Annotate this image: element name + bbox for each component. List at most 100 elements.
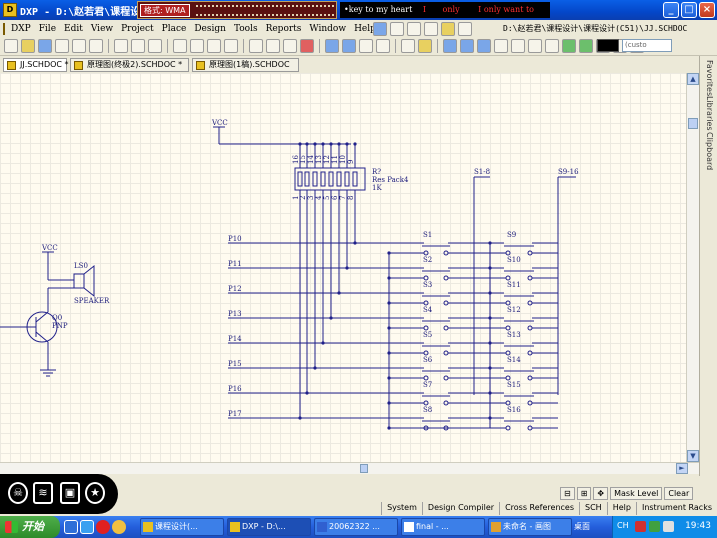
minimize-button[interactable]: _ — [663, 2, 679, 18]
move-icon[interactable] — [266, 39, 280, 53]
port-tool-icon[interactable] — [424, 21, 438, 36]
undo-icon[interactable] — [325, 39, 339, 53]
tab-final2-schdoc[interactable]: 原理图(终极2).SCHDOC * — [70, 58, 189, 72]
help-tool-icon[interactable] — [458, 21, 472, 36]
schematic-drawing[interactable]: VCC16115214313412511610798R?Res Pack41KS… — [0, 73, 686, 462]
task-dxp[interactable]: DXP - D:\... — [227, 518, 311, 536]
star-icon[interactable]: ★ — [85, 482, 105, 504]
qq-icon[interactable] — [112, 520, 126, 534]
design-compiler-panel-button[interactable]: Design Compiler — [421, 501, 499, 515]
cross-references-panel-button[interactable]: Cross References — [499, 501, 579, 515]
menu-view[interactable]: View — [87, 24, 117, 34]
tab-jj-schdoc[interactable]: JJ.SCHDOC * — [3, 58, 69, 72]
place-sheet-entry-icon[interactable] — [579, 39, 593, 53]
menu-project[interactable]: Project — [117, 24, 158, 34]
open-icon[interactable] — [21, 39, 35, 53]
zoom-area-icon[interactable] — [131, 39, 145, 53]
place-wire-icon[interactable] — [443, 39, 457, 53]
paste-icon[interactable] — [207, 39, 221, 53]
document-path[interactable]: D:\赵若君\课程设计\课程设计(C51)\JJ.SCHDOC — [503, 23, 693, 34]
dxp-app-icon[interactable]: D — [3, 3, 17, 17]
menu-design[interactable]: Design — [190, 24, 230, 34]
hierarchy-up-icon[interactable] — [359, 39, 373, 53]
place-bus-icon[interactable] — [460, 39, 474, 53]
desktop-toolbar-label[interactable]: 桌面 — [574, 521, 590, 532]
dxp-menu-icon[interactable] — [3, 22, 5, 35]
print-icon[interactable] — [55, 39, 69, 53]
place-part-icon[interactable] — [545, 39, 559, 53]
ie-quicklaunch-icon[interactable] — [80, 520, 94, 534]
tray-app-icon[interactable] — [635, 521, 646, 532]
system-panel-button[interactable]: System — [381, 501, 422, 515]
language-indicator[interactable]: CH — [617, 521, 629, 530]
horizontal-scroll-thumb[interactable] — [360, 464, 368, 473]
place-sheet-icon[interactable] — [562, 39, 576, 53]
copy-icon[interactable] — [190, 39, 204, 53]
save-icon[interactable] — [38, 39, 52, 53]
menu-window[interactable]: Window — [305, 24, 350, 34]
menu-reports[interactable]: Reports — [262, 24, 306, 34]
help-panel-button[interactable]: Help — [606, 501, 636, 515]
sch-panel-button[interactable]: SCH — [579, 501, 607, 515]
place-ground-icon[interactable] — [511, 39, 525, 53]
cross-probe-icon[interactable] — [376, 39, 390, 53]
task-final[interactable]: final - ... — [401, 518, 485, 536]
place-vcc-icon[interactable] — [528, 39, 542, 53]
component-tool-icon[interactable] — [441, 21, 455, 36]
tray-volume-icon[interactable] — [663, 521, 674, 532]
task-paint[interactable]: 未命名 - 画图 — [488, 518, 572, 536]
scroll-up-arrow-icon[interactable]: ▲ — [687, 73, 699, 85]
tab-draft1-schdoc[interactable]: 原理图(1稿).SCHDOC — [192, 58, 299, 72]
clear-button[interactable]: Clear — [664, 486, 694, 500]
rubber-stamp-icon[interactable] — [224, 39, 238, 53]
help-advisor-icon[interactable] — [418, 39, 432, 53]
print-preview-icon[interactable] — [72, 39, 86, 53]
start-button[interactable]: 开始 — [0, 516, 60, 538]
music-player-strip[interactable]: 格式: WMA — [137, 1, 337, 19]
place-net-label-icon[interactable] — [494, 39, 508, 53]
menu-place[interactable]: Place — [158, 24, 191, 34]
task-word[interactable]: 20062322 ... — [314, 518, 398, 536]
menu-tools[interactable]: Tools — [230, 24, 262, 34]
maximize-button[interactable]: □ — [681, 2, 697, 18]
zoom-out-icon[interactable]: ⊟ — [560, 486, 575, 500]
vertical-scroll-thumb[interactable] — [688, 118, 698, 129]
favorites-panel-tab[interactable]: Favorites — [702, 60, 716, 96]
new-icon[interactable] — [4, 39, 18, 53]
menu-dxp[interactable]: DXP — [7, 24, 35, 34]
menu-file[interactable]: File — [35, 24, 60, 34]
fishbone-icon[interactable]: ≋ — [33, 482, 53, 504]
cup-icon[interactable]: ▣ — [60, 482, 80, 504]
text-tool-icon[interactable] — [390, 21, 404, 36]
task-folder[interactable]: 课程设计(... — [140, 518, 224, 536]
select-area-icon[interactable] — [249, 39, 263, 53]
redo-icon[interactable] — [342, 39, 356, 53]
desktop-gadget[interactable]: ☠ ≋ ▣ ★ — [0, 474, 118, 514]
place-bus-entry-icon[interactable] — [477, 39, 491, 53]
tray-network-icon[interactable] — [649, 521, 660, 532]
schematic-canvas[interactable]: VCC 16 1 15 2 14 3 13 4 12 5 11 6 10 7 9 8 R? Res Pack4 1K S… — [0, 73, 686, 462]
zoom-fit-icon[interactable] — [114, 39, 128, 53]
wire-tool-icon[interactable] — [373, 21, 387, 36]
skull-icon[interactable]: ☠ — [8, 482, 28, 504]
deselect-icon[interactable] — [283, 39, 297, 53]
color-swatch[interactable] — [597, 39, 619, 52]
browse-icon[interactable] — [89, 39, 103, 53]
clear-filter-icon[interactable] — [300, 39, 314, 53]
horizontal-scrollbar[interactable]: ► — [0, 462, 699, 474]
clipboard-panel-tab[interactable]: Clipboard — [702, 132, 716, 170]
scroll-right-arrow-icon[interactable]: ► — [676, 463, 688, 474]
mask-level-button[interactable]: Mask Level — [610, 486, 663, 500]
scroll-down-arrow-icon[interactable]: ▼ — [687, 450, 699, 462]
menu-edit[interactable]: Edit — [60, 24, 87, 34]
libraries-panel-tab[interactable]: Libraries — [702, 96, 716, 131]
pan-icon[interactable]: ✥ — [593, 486, 609, 500]
power-tool-icon[interactable] — [407, 21, 421, 36]
zoom-selected-icon[interactable] — [148, 39, 162, 53]
s-app-icon[interactable] — [96, 520, 110, 534]
cut-icon[interactable] — [173, 39, 187, 53]
close-button[interactable]: × — [699, 2, 715, 18]
instrument-racks-panel-button[interactable]: Instrument Racks — [635, 501, 717, 515]
browse-library-icon[interactable] — [401, 39, 415, 53]
custom-select[interactable]: (custo — [622, 39, 672, 52]
